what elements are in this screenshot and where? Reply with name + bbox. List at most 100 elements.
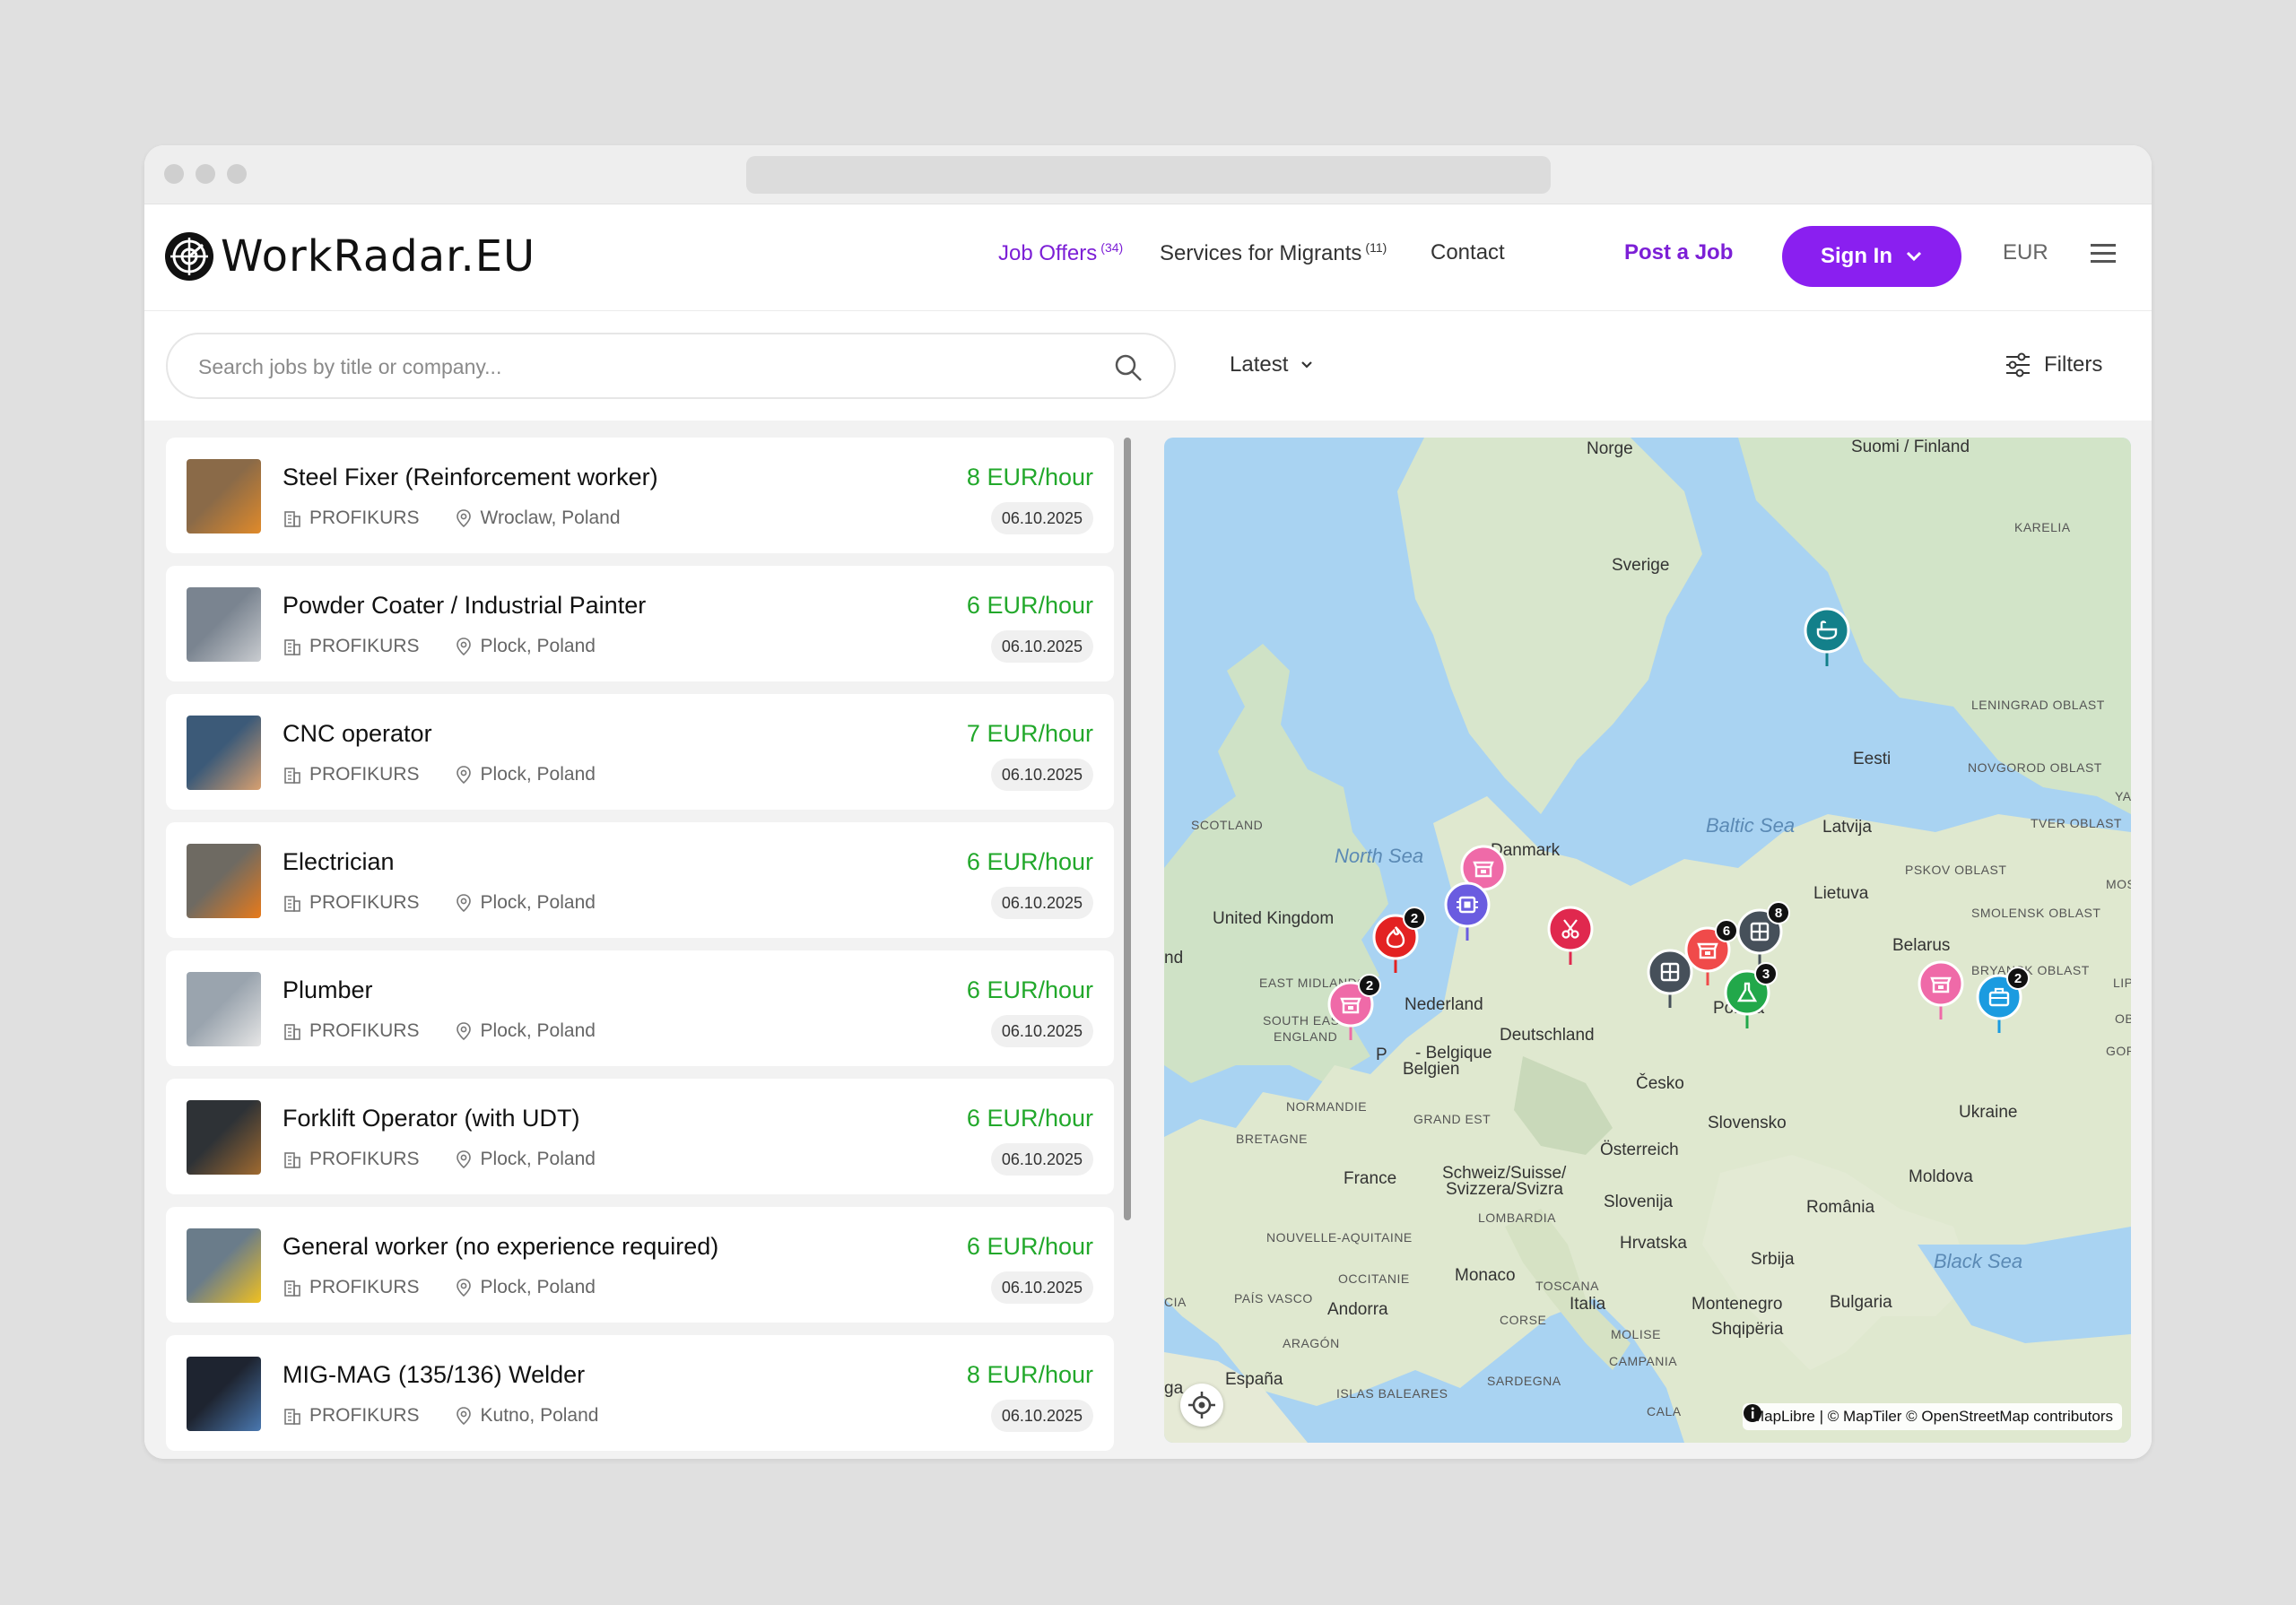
browser-chrome bbox=[144, 145, 2152, 204]
job-photo bbox=[187, 587, 261, 662]
job-card[interactable]: General worker (no experience required) P… bbox=[166, 1207, 1114, 1323]
job-title[interactable]: Electrician bbox=[283, 848, 395, 876]
map-label-shqiperia: Shqipëria bbox=[1711, 1320, 1784, 1339]
marker-count-badge: 2 bbox=[1358, 974, 1381, 997]
chevron-down-icon bbox=[1906, 251, 1922, 262]
location-pin-icon bbox=[456, 766, 471, 785]
building-icon bbox=[284, 511, 300, 527]
job-location-wrap: Plock, Poland bbox=[454, 1277, 596, 1298]
job-location-wrap: Plock, Poland bbox=[454, 636, 596, 657]
map-label-campania: CAMPANIA bbox=[1609, 1354, 1678, 1368]
job-company: PROFIKURS bbox=[309, 1277, 420, 1297]
window-icon bbox=[1647, 949, 1693, 1008]
map-label-nederland: Nederland bbox=[1405, 995, 1483, 1014]
job-card[interactable]: CNC operator PROFIKURS Plock, Poland 7 EUR/… bbox=[166, 694, 1114, 810]
map-label-suomi: Suomi / Finland bbox=[1851, 438, 1970, 456]
sign-in-button[interactable]: Sign In bbox=[1782, 226, 1961, 287]
job-card[interactable]: Plumber PROFIKURS Plock, Poland 6 EUR/hour 0… bbox=[166, 950, 1114, 1066]
nav-job-offers[interactable]: Job Offers (34) bbox=[998, 240, 1123, 266]
map-label-moldova: Moldova bbox=[1909, 1167, 1973, 1186]
nav-contact[interactable]: Contact bbox=[1431, 240, 1505, 265]
window-close-dot[interactable] bbox=[164, 164, 184, 184]
address-bar[interactable] bbox=[746, 156, 1551, 194]
post-a-job-link[interactable]: Post a Job bbox=[1624, 240, 1733, 265]
job-photo bbox=[187, 1357, 261, 1431]
sort-dropdown[interactable]: Latest bbox=[1230, 352, 1313, 377]
search-input[interactable] bbox=[198, 352, 1077, 381]
job-title[interactable]: Steel Fixer (Reinforcement worker) bbox=[283, 464, 658, 491]
job-title[interactable]: Forklift Operator (with UDT) bbox=[283, 1105, 580, 1132]
map-marker[interactable]: 3 bbox=[1724, 962, 1778, 1032]
job-title[interactable]: General worker (no experience required) bbox=[283, 1233, 718, 1261]
job-title[interactable]: MIG-MAG (135/136) Welder bbox=[283, 1361, 585, 1389]
map-label-bretagne: BRETAGNE bbox=[1236, 1132, 1308, 1146]
window-maximize-dot[interactable] bbox=[227, 164, 247, 184]
store-icon bbox=[1918, 960, 1964, 1019]
job-card[interactable]: Electrician PROFIKURS Plock, Poland 6 EUR/h… bbox=[166, 822, 1114, 938]
job-card[interactable]: Steel Fixer (Reinforcement worker) PROFIK… bbox=[166, 438, 1114, 553]
map-label-latvija: Latvija bbox=[1822, 818, 1872, 837]
map-marker[interactable]: 2 bbox=[1372, 907, 1426, 976]
chevron-down-icon bbox=[1301, 361, 1313, 369]
currency-selector[interactable]: EUR bbox=[2003, 240, 2048, 265]
job-pay: 7 EUR/hour bbox=[966, 720, 1093, 747]
jobs-map[interactable]: Norge Suomi / Finland KARELIA Sverige LE… bbox=[1164, 438, 2131, 1443]
job-date: 06.10.2025 bbox=[990, 759, 1093, 791]
search-icon[interactable] bbox=[1113, 352, 1144, 383]
map-marker[interactable]: 2 bbox=[1327, 974, 1381, 1044]
job-title[interactable]: Plumber bbox=[283, 976, 373, 1004]
nav-services-for-migrants[interactable]: Services for Migrants (11) bbox=[1160, 240, 1387, 266]
locate-me-button[interactable] bbox=[1180, 1384, 1223, 1427]
map-label-north-sea: North Sea bbox=[1335, 845, 1424, 867]
job-card[interactable]: Forklift Operator (with UDT) PROFIKURS Plo… bbox=[166, 1079, 1114, 1194]
map-marker[interactable]: 8 bbox=[1736, 901, 1790, 971]
map-label-france: France bbox=[1344, 1169, 1397, 1188]
job-location: Plock, Poland bbox=[480, 892, 596, 913]
job-title[interactable]: Powder Coater / Industrial Painter bbox=[283, 592, 646, 620]
map-marker[interactable] bbox=[1444, 880, 1491, 944]
job-card[interactable]: MIG-MAG (135/136) Welder PROFIKURS Kutno, … bbox=[166, 1335, 1114, 1451]
location-pin-icon bbox=[456, 894, 471, 913]
job-list-scrollbar[interactable] bbox=[1124, 438, 1131, 1220]
map-marker[interactable] bbox=[1547, 904, 1594, 968]
job-meta: PROFIKURS Plock, Poland bbox=[283, 636, 596, 657]
map-label-cia: CIA bbox=[1164, 1295, 1187, 1309]
map-attribution-text[interactable]: MapLibre | © MapTiler © OpenStreetMap co… bbox=[1752, 1408, 2113, 1426]
nav-services-label: Services for Migrants bbox=[1160, 241, 1362, 265]
filters-label: Filters bbox=[2044, 352, 2103, 377]
map-label-smolensk: SMOLENSK OBLAST bbox=[1971, 906, 2101, 920]
window-minimize-dot[interactable] bbox=[196, 164, 215, 184]
job-card[interactable]: Powder Coater / Industrial Painter PROFIK… bbox=[166, 566, 1114, 681]
building-icon bbox=[284, 639, 300, 655]
site-header: WorkRadar.EU Job Offers (34) Services for… bbox=[144, 204, 2152, 311]
map-label-pais-vasco: PAÍS VASCO bbox=[1234, 1291, 1313, 1306]
filters-button[interactable]: Filters bbox=[2005, 352, 2102, 377]
main-content: Steel Fixer (Reinforcement worker) PROFIK… bbox=[144, 421, 2152, 1459]
map-label-black-sea: Black Sea bbox=[1934, 1250, 2023, 1272]
map-label-gorod: GOROD bbox=[2106, 1044, 2131, 1058]
job-pay: 8 EUR/hour bbox=[966, 464, 1093, 490]
map-marker[interactable] bbox=[1647, 947, 1693, 1011]
map-label-nd: nd bbox=[1164, 949, 1184, 967]
map-label-slovensko: Slovensko bbox=[1708, 1114, 1787, 1132]
map-label-molise: MOLISE bbox=[1611, 1327, 1661, 1341]
job-company: PROFIKURS bbox=[309, 1020, 420, 1041]
job-meta: PROFIKURS Plock, Poland bbox=[283, 1277, 596, 1298]
map-marker[interactable]: 2 bbox=[1976, 967, 2030, 1037]
marker-count-badge: 6 bbox=[1715, 919, 1738, 942]
job-meta: PROFIKURS Plock, Poland bbox=[283, 892, 596, 914]
map-label-scotland: SCOTLAND bbox=[1191, 818, 1264, 832]
map-marker[interactable] bbox=[1918, 959, 1964, 1023]
map-marker[interactable] bbox=[1804, 605, 1850, 670]
hamburger-menu-icon[interactable] bbox=[2091, 242, 2116, 264]
site-logo[interactable]: WorkRadar.EU bbox=[165, 231, 535, 282]
job-photo bbox=[187, 1228, 261, 1303]
logo-text: WorkRadar.EU bbox=[221, 231, 536, 282]
job-title[interactable]: CNC operator bbox=[283, 720, 432, 748]
map-label-sardegna: SARDEGNA bbox=[1487, 1374, 1561, 1388]
nav-contact-label: Contact bbox=[1431, 240, 1505, 265]
search-toolbar: Latest Filters bbox=[144, 311, 2152, 421]
map-label-bulgaria: Bulgaria bbox=[1830, 1293, 1892, 1312]
info-icon[interactable] bbox=[1743, 1403, 1762, 1423]
location-pin-icon bbox=[456, 638, 471, 656]
